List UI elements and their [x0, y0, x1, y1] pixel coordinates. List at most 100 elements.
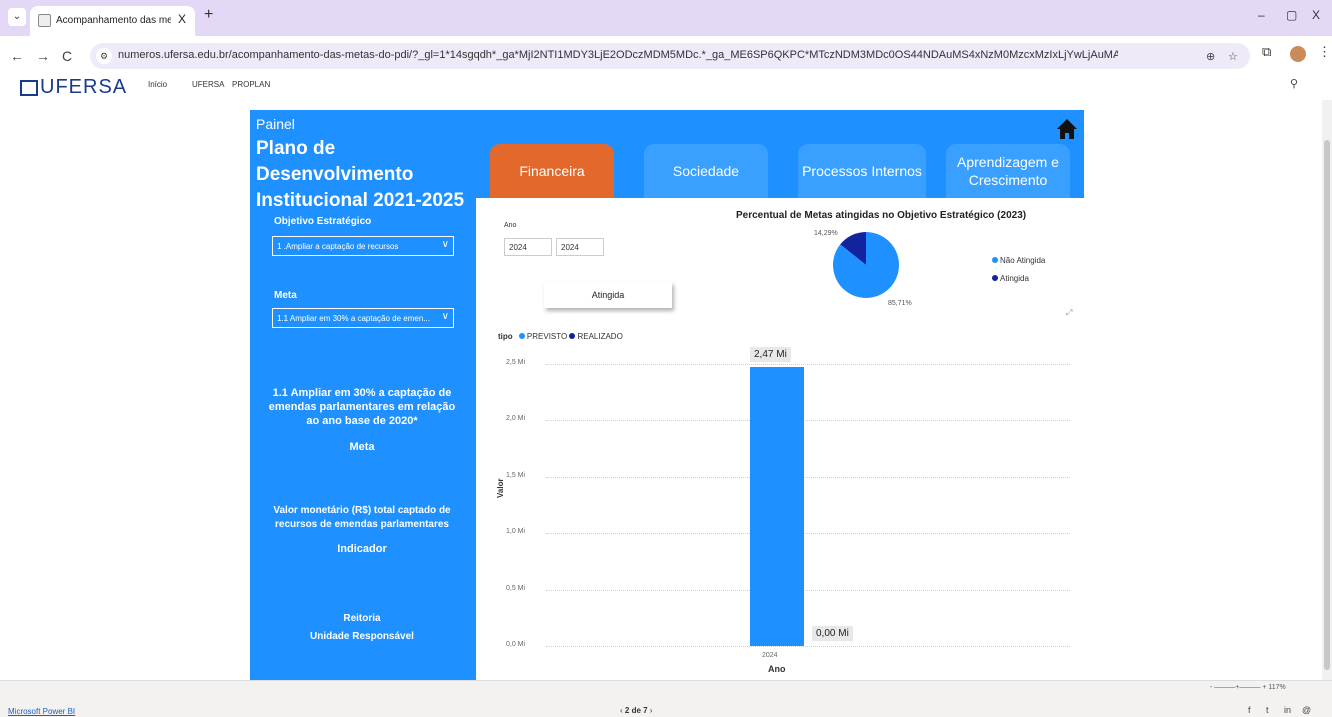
site-info-icon[interactable]: ⚙ [96, 48, 112, 64]
pie-label-atingida: 14,29% [814, 230, 838, 237]
page-navigator[interactable]: ‹ 2 de 7 › [620, 706, 652, 715]
nav-proplan[interactable]: PROPLAN [232, 80, 270, 89]
omnibox[interactable]: ⚙ numeros.ufersa.edu.br/acompanhamento-d… [90, 43, 1250, 69]
back-button[interactable]: ← [10, 48, 24, 64]
legend-dot [992, 275, 998, 281]
gridline [546, 364, 1070, 365]
tab-aprendizagem-crescimento[interactable]: Aprendizagem e Crescimento [946, 144, 1070, 198]
url-text[interactable]: numeros.ufersa.edu.br/acompanhamento-das… [118, 49, 1118, 61]
gridline [546, 476, 1070, 478]
series-legend: tipo PREVISTO REALIZADO [498, 332, 623, 341]
legend-nao-atingida[interactable]: Não Atingida [992, 256, 1045, 265]
extensions-icon[interactable]: ⧉ [1262, 44, 1271, 60]
powerbi-link[interactable]: Microsoft Power BI [8, 707, 75, 716]
page-favicon-icon [38, 14, 51, 27]
meta-caption: Meta [349, 441, 375, 453]
ano-to-input[interactable]: 2024 [556, 238, 604, 256]
tab-processos-internos[interactable]: Processos Internos [798, 144, 926, 198]
indicador-caption: Indicador [337, 543, 387, 555]
linkedin-icon[interactable]: in [1284, 705, 1291, 715]
address-bar-row: ← → C ⚙ numeros.ufersa.edu.br/acompanham… [0, 36, 1332, 76]
objetivo-label: Objetivo Estratégico [274, 216, 372, 227]
reload-button[interactable]: C [62, 48, 72, 64]
legend-dot [518, 333, 525, 339]
tab-financeira[interactable]: Financeira [490, 144, 614, 198]
gridline [546, 420, 1070, 422]
x-axis-label: Ano [768, 664, 786, 674]
facebook-icon[interactable]: f [1248, 705, 1251, 715]
page-indicator: 2 de 7 [624, 706, 648, 715]
legend-dot [992, 257, 998, 263]
legend-label: Atingida [1000, 274, 1029, 283]
tab-search-menu[interactable]: ⌄ [8, 8, 26, 26]
legend-atingida[interactable]: Atingida [992, 274, 1029, 283]
powerbi-footer: Microsoft Power BI ‹ 2 de 7 › [0, 680, 1332, 717]
gridline [546, 646, 1070, 647]
legend-label: Não Atingida [1000, 256, 1046, 265]
browser-tab[interactable]: Acompanhamento das metas d X [30, 6, 195, 36]
browser-tab-bar: ⌄ Acompanhamento das metas d X + – ▢ X [0, 0, 1332, 36]
twitter-icon[interactable]: t [1266, 705, 1269, 715]
new-tab-button[interactable]: + [204, 6, 213, 24]
painel-label: Painel [256, 116, 295, 132]
forward-button[interactable]: → [36, 48, 50, 64]
tipo-label: tipo [498, 332, 513, 341]
profile-avatar[interactable] [1290, 46, 1306, 62]
embed-icon[interactable]: @ [1302, 705, 1311, 715]
legend-dot [569, 333, 576, 339]
x-tick-label: 2024 [762, 652, 778, 659]
status-card[interactable]: Atingida [544, 282, 672, 308]
y-tick-label: 1,5 Mi [506, 471, 526, 479]
tab-title: Acompanhamento das metas d [56, 15, 171, 26]
tab-close-icon[interactable]: X [178, 12, 186, 26]
chevron-down-icon: ∨ [441, 239, 449, 250]
site-search-icon[interactable]: ⚲ [1290, 77, 1298, 90]
close-window-button[interactable]: X [1312, 8, 1320, 22]
browser-menu-icon[interactable]: ⋮ [1318, 44, 1331, 60]
zoom-icon[interactable]: ⊕ [1206, 50, 1215, 63]
legend-previsto[interactable]: PREVISTO [527, 332, 567, 341]
bar-data-label: 2,47 Mi [750, 347, 791, 363]
zoom-control[interactable]: - ———+——— + 117% [1210, 684, 1286, 691]
y-tick-label: 1,0 Mi [506, 528, 526, 536]
report-content: Ano 2024 2024 Atingida Percentual de Met… [476, 198, 1084, 680]
ano-from-input[interactable]: 2024 [504, 238, 552, 256]
gridline [546, 589, 1070, 591]
meta-label: Meta [274, 290, 297, 301]
objetivo-dropdown[interactable]: 1 .Ampliar a captação de recursos ∨ [272, 236, 454, 256]
chevron-down-icon: ∨ [441, 311, 449, 322]
home-icon[interactable] [1056, 118, 1078, 140]
y-tick-label: 0,5 Mi [506, 584, 526, 592]
meta-description: 1.1 Ampliar em 30% a captação de emendas… [268, 387, 456, 427]
logo-text: UFERSA [40, 76, 128, 98]
bar-previsto[interactable] [750, 367, 804, 646]
legend-realizado[interactable]: REALIZADO [577, 332, 622, 341]
tab-sociedade[interactable]: Sociedade [644, 144, 768, 198]
y-axis-label: Valor [496, 478, 505, 498]
unidade-caption: Unidade Responsável [310, 631, 414, 642]
filters-panel: Objetivo Estratégico 1 .Ampliar a captaç… [250, 200, 474, 680]
meta-value: 1.1 Ampliar em 30% a captação de emen... [277, 314, 430, 323]
nav-ufersa[interactable]: UFERSA [192, 80, 224, 89]
bookmark-star-icon[interactable]: ☆ [1228, 50, 1238, 63]
y-tick-label: 0,0 Mi [506, 641, 526, 648]
scrollbar-thumb[interactable] [1324, 140, 1330, 670]
indicador-description: Valor monetário (R$) total captado de re… [273, 505, 451, 530]
restore-button[interactable]: ▢ [1286, 8, 1297, 22]
meta-dropdown[interactable]: 1.1 Ampliar em 30% a captação de emen...… [272, 308, 454, 328]
unidade-value: Reitoria [343, 613, 381, 624]
pie-chart[interactable] [831, 230, 901, 300]
objetivo-value: 1 .Ampliar a captação de recursos [277, 242, 399, 251]
pie-label-nao-atingida: 85,71% [888, 300, 912, 307]
minimize-button[interactable]: – [1258, 8, 1265, 22]
expand-icon[interactable]: ⤢ [1066, 308, 1072, 318]
ano-filter-label: Ano [504, 222, 517, 229]
ufersa-logo[interactable]: UFERSA [20, 76, 127, 99]
y-tick-label: 2,0 Mi [506, 415, 526, 423]
logo-mark-icon [20, 79, 38, 96]
powerbi-report: Painel Plano de Desenvolvimento Instituc… [250, 110, 1084, 680]
nav-inicio[interactable]: Início [148, 80, 167, 89]
pie-chart-title: Percentual de Metas atingidas no Objetiv… [736, 210, 1027, 221]
zoom-value: 117% [1268, 684, 1286, 691]
y-tick-label: 2,5 Mi [506, 359, 526, 366]
